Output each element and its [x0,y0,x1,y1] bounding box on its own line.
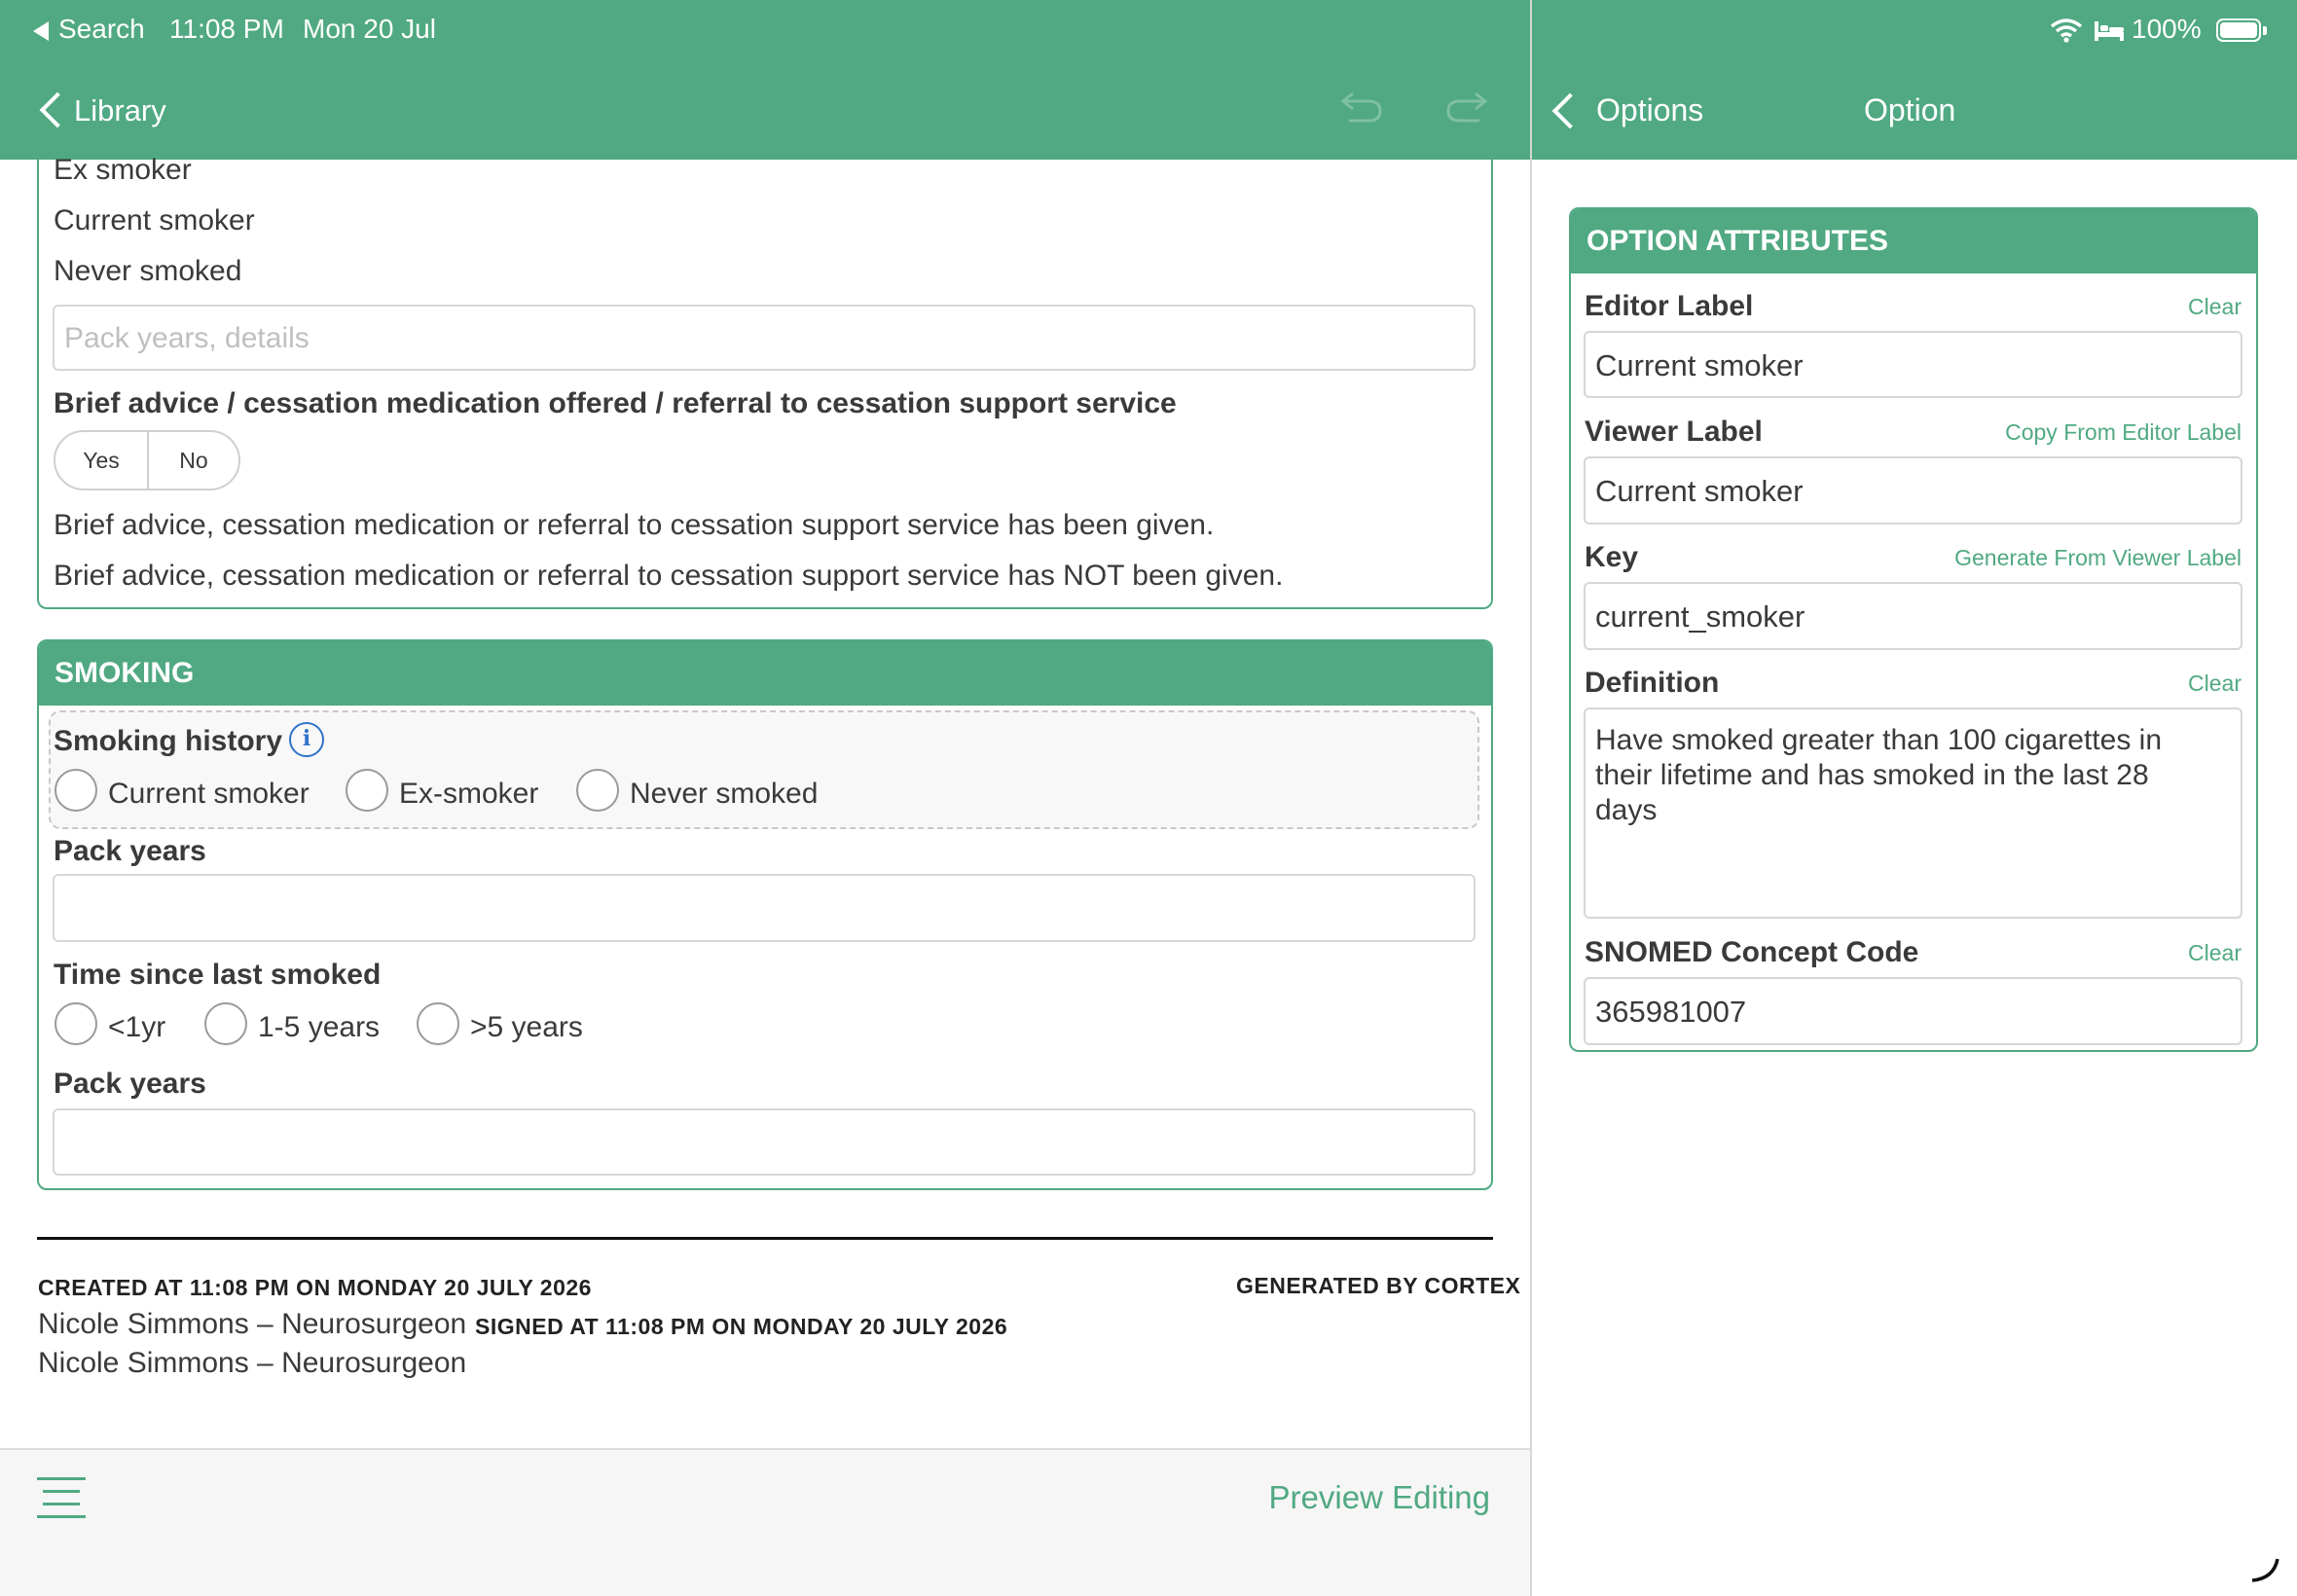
key-input[interactable]: current_smoker [1584,582,2242,650]
radio-never-smoked-label: Never smoked [630,778,819,810]
time-since-label: Time since last smoked [54,959,382,991]
generate-from-viewer-label-button[interactable]: Generate From Viewer Label [1849,545,2242,571]
editor-label-label: Editor Label [1585,290,1754,322]
radio-1-5-years[interactable] [204,1002,247,1045]
radio-over-5-years-label: >5 years [470,1011,583,1043]
option-never-smoked[interactable]: Never smoked [54,255,241,288]
yes-no-segmented: Yes No [54,430,240,490]
radio-current-smoker[interactable] [55,769,97,812]
info-icon[interactable]: i [289,722,324,757]
viewer-label-input[interactable]: Current smoker [1584,456,2242,525]
wifi-icon [2050,18,2083,43]
smoking-history-label: Smoking history [54,725,283,757]
snomed-label: SNOMED Concept Code [1585,936,1919,968]
created-at: CREATED AT 11:08 PM ON MONDAY 20 JULY 20… [38,1275,592,1300]
redo-icon[interactable] [1444,90,1489,125]
signed-at: SIGNED AT 11:08 PM ON MONDAY 20 JULY 202… [475,1314,1008,1339]
split-divider [1530,0,1532,1596]
editor-label-value: Current smoker [1595,348,1804,382]
advice-given-option[interactable]: Brief advice, cessation medication or re… [54,509,1214,542]
radio-less-1yr[interactable] [55,1002,97,1045]
definition-textarea[interactable]: Have smoked greater than 100 cigarettes … [1584,707,2242,919]
library-back-button[interactable]: Library [74,93,166,128]
viewer-label-value: Current smoker [1595,474,1804,508]
created-by: Nicole Simmons – Neurosurgeon [38,1308,467,1340]
pack-years-label-2: Pack years [54,1068,206,1100]
option-ex-smoker[interactable]: Ex smoker [54,154,192,187]
pack-years-input[interactable] [53,874,1476,942]
bottom-toolbar [0,1448,1530,1596]
key-label: Key [1585,541,1639,573]
definition-value: Have smoked greater than 100 cigarettes … [1595,724,2162,826]
status-back-arrow-icon[interactable] [33,21,49,41]
no-button[interactable]: No [149,432,238,489]
smoking-header: SMOKING [39,641,1491,706]
pack-years-input-2[interactable] [53,1108,1476,1176]
menu-icon[interactable] [37,1477,86,1518]
editor-label-input[interactable]: Current smoker [1584,331,2242,398]
key-value: current_smoker [1595,599,1805,634]
pack-years-details-placeholder: Pack years, details [64,322,310,354]
radio-1-5-years-label: 1-5 years [258,1011,381,1043]
battery-icon [2216,18,2261,42]
resize-handle-icon[interactable] [2248,1553,2283,1584]
radio-ex-smoker-label: Ex-smoker [399,778,539,810]
battery-percent: 100% [2132,14,2202,44]
status-time: 11:08 PM [169,14,284,44]
option-attributes-header-text: OPTION ATTRIBUTES [1586,225,1888,257]
status-date: Mon 20 Jul [303,14,436,44]
pack-years-label: Pack years [54,835,206,867]
snomed-clear-button[interactable]: Clear [1947,940,2242,966]
smoking-header-text: SMOKING [55,657,195,689]
pack-years-details-input[interactable]: Pack years, details [53,305,1476,371]
viewer-label-label: Viewer Label [1585,416,1763,448]
advice-not-given-option[interactable]: Brief advice, cessation medication or re… [54,560,1283,593]
radio-ex-smoker[interactable] [346,769,388,812]
options-back-button[interactable]: Options [1596,92,1703,128]
preview-editing-button[interactable]: Preview Editing [1217,1479,1490,1516]
copy-from-editor-label-button[interactable]: Copy From Editor Label [1898,419,2242,446]
option-current-smoker[interactable]: Current smoker [54,204,255,237]
undo-icon[interactable] [1339,90,1384,125]
generated-by: GENERATED BY CORTEX [1236,1273,1521,1298]
radio-over-5-years[interactable] [417,1002,459,1045]
radio-never-smoked[interactable] [576,769,619,812]
status-back-app[interactable]: Search [58,14,145,45]
snomed-value: 365981007 [1595,995,1747,1029]
footer-rule [37,1237,1493,1240]
bed-icon [2095,21,2124,41]
signed-by: Nicole Simmons – Neurosurgeon [38,1347,467,1379]
yes-button[interactable]: Yes [55,432,149,489]
snomed-input[interactable]: 365981007 [1584,977,2242,1045]
radio-current-smoker-label: Current smoker [108,778,310,810]
radio-less-1yr-label: <1yr [108,1011,166,1043]
brief-advice-label: Brief advice / cessation medication offe… [54,387,1177,419]
option-title: Option [1864,92,1956,127]
option-attributes-header: OPTION ATTRIBUTES [1571,209,2256,273]
definition-clear-button[interactable]: Clear [1947,671,2242,697]
definition-label: Definition [1585,667,1720,699]
editor-label-clear-button[interactable]: Clear [1947,294,2242,320]
battery-tip [2263,26,2267,35]
